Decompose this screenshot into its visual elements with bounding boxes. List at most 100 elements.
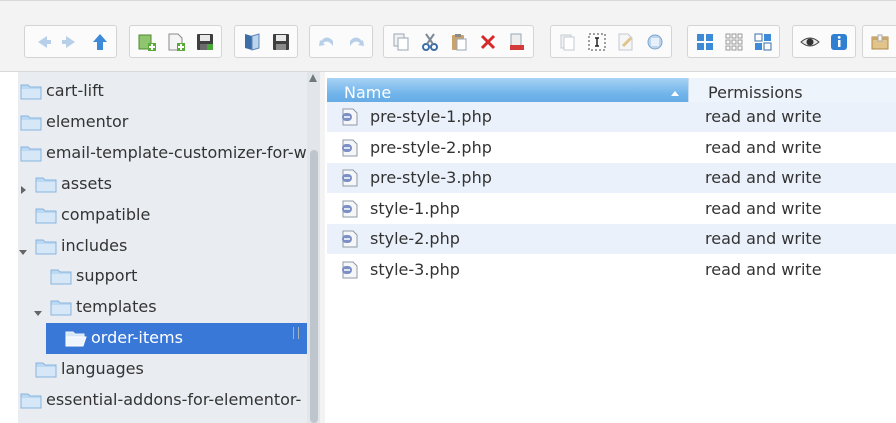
up-button[interactable] (85, 27, 114, 56)
tree-scrollbar-thumb[interactable] (310, 150, 318, 423)
empty-button[interactable] (502, 27, 531, 56)
tree-item-label: email-template-customizer-for-w (46, 142, 307, 162)
file-list: Name Permissions pre-style-1.php read and… (325, 72, 896, 423)
folder-icon (20, 391, 42, 409)
tree-item-label: cart-lift (46, 81, 104, 100)
rename-button[interactable] (582, 27, 611, 56)
toolbar-group (24, 25, 117, 58)
view-list-button[interactable] (719, 27, 748, 56)
tree-item-label: includes (61, 235, 128, 255)
tree-item-languages[interactable]: languages (18, 354, 307, 384)
tree-item-email-template-customizer-for-w[interactable]: email-template-customizer-for-w (18, 138, 307, 168)
paste-icon (449, 32, 469, 52)
file-permissions: read and write (705, 229, 822, 249)
resize-button[interactable] (640, 27, 669, 56)
view-tiles-icon (753, 32, 773, 52)
php-file-icon (341, 108, 359, 126)
resize-icon (645, 32, 665, 52)
edit-button[interactable] (611, 27, 640, 56)
folder-icon (20, 82, 42, 100)
extract-icon (870, 32, 890, 52)
folder-icon (35, 206, 57, 224)
views-icon-button[interactable] (690, 27, 719, 56)
save-button[interactable] (190, 27, 219, 56)
toolbar (0, 0, 896, 72)
back-button[interactable] (27, 27, 56, 56)
tree-item-order-items[interactable]: order-items (18, 323, 307, 355)
forward-button[interactable] (56, 27, 85, 56)
file-row[interactable]: style-3.php read and write (327, 255, 896, 285)
copy-button[interactable] (386, 27, 415, 56)
tree-item-assets[interactable]: assets (18, 169, 307, 199)
save-as-button[interactable] (266, 27, 295, 56)
folder-open-icon (65, 329, 87, 347)
toolbar-group (550, 25, 672, 58)
save-as-icon (271, 32, 291, 52)
file-row[interactable]: pre-style-1.php read and write (327, 102, 896, 132)
view-tiles-button[interactable] (748, 27, 777, 56)
save-icon (195, 32, 215, 52)
tree-item-compatible[interactable]: compatible (18, 200, 307, 230)
undo-icon (317, 32, 337, 52)
folder-icon (35, 237, 57, 255)
php-file-icon (341, 139, 359, 157)
folder-icon (20, 113, 42, 131)
rename-icon (587, 32, 607, 52)
file-permissions: read and write (705, 198, 822, 218)
tree-item-label: support (76, 266, 138, 286)
file-name: style-1.php (370, 198, 460, 218)
new-file-button[interactable] (161, 27, 190, 56)
paste-button[interactable] (444, 27, 473, 56)
extract-button[interactable] (865, 27, 894, 56)
duplicate-button[interactable] (553, 27, 582, 56)
tree-item-includes[interactable]: includes (18, 231, 307, 261)
delete-button[interactable] (473, 27, 502, 56)
tree-item-essential-addons-for-elementor-[interactable]: essential-addons-for-elementor- (18, 385, 307, 415)
redo-button[interactable] (341, 27, 370, 56)
column-header-name-label: Name (344, 83, 392, 102)
php-file-icon (341, 261, 359, 279)
caret-down-icon[interactable] (34, 302, 42, 317)
file-row[interactable]: style-1.php read and write (327, 194, 896, 224)
caret-right-icon[interactable] (19, 179, 27, 194)
new-file-icon (166, 32, 186, 52)
file-row[interactable]: style-2.php read and write (327, 224, 896, 255)
info-button[interactable] (824, 27, 853, 56)
folder-icon (50, 267, 72, 285)
tree-item-label: essential-addons-for-elementor- (46, 390, 302, 409)
file-permissions: read and write (705, 137, 822, 157)
caret-down-icon[interactable] (19, 241, 27, 255)
resize-grip[interactable] (293, 327, 299, 339)
tree-item-label: order-items (91, 328, 183, 348)
file-row[interactable]: pre-style-3.php read and write (327, 163, 896, 194)
column-header-permissions-label: Permissions (708, 83, 803, 102)
file-permissions: read and write (705, 107, 822, 126)
php-file-icon (341, 230, 359, 248)
redo-icon (346, 32, 366, 52)
view-list-icon (724, 32, 744, 52)
undo-button[interactable] (312, 27, 341, 56)
toolbar-group (234, 25, 298, 58)
tree-item-label: languages (61, 359, 144, 379)
cut-icon (420, 32, 440, 52)
tree-item-elementor[interactable]: elementor (18, 107, 307, 137)
scroll-up-arrow-icon[interactable] (309, 74, 317, 82)
tree-item-support[interactable]: support (18, 261, 307, 291)
toolbar-group (383, 25, 534, 58)
file-name: style-2.php (370, 229, 460, 249)
new-folder-button[interactable] (132, 27, 161, 56)
new-folder-icon (137, 32, 157, 52)
preview-icon (799, 32, 820, 52)
php-file-icon (341, 200, 359, 218)
tree-item-label: elementor (46, 111, 129, 131)
cut-button[interactable] (415, 27, 444, 56)
toolbar-group (792, 25, 856, 58)
tree-item-label: templates (76, 297, 157, 317)
file-row[interactable]: pre-style-2.php read and write (327, 133, 896, 163)
toolbar-group (687, 25, 780, 58)
tree-item-cart-lift[interactable]: cart-lift (18, 76, 307, 106)
open-button[interactable] (237, 27, 266, 56)
file-name: style-3.php (370, 260, 460, 279)
preview-button[interactable] (795, 27, 824, 56)
tree-item-templates[interactable]: templates (18, 292, 307, 322)
